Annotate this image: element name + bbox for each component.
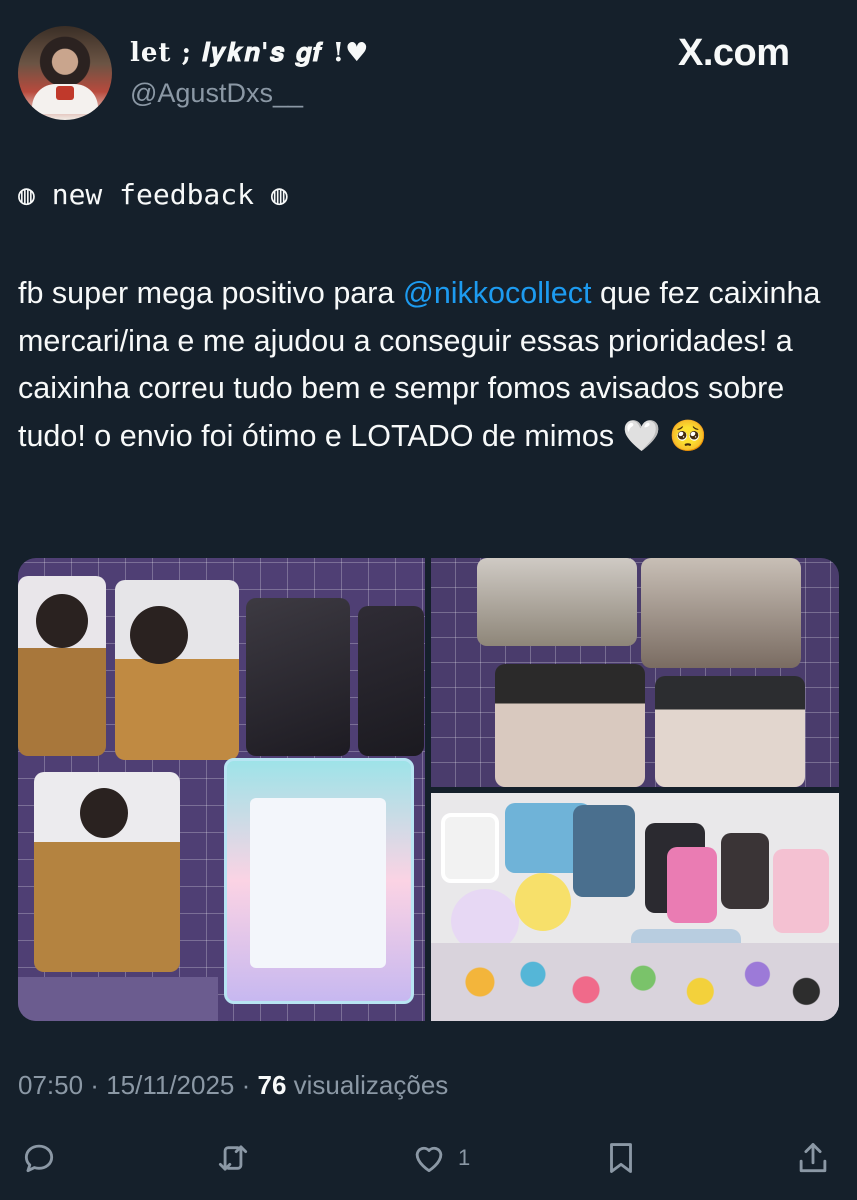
toploader-window (250, 798, 386, 968)
repost-icon (218, 1145, 248, 1171)
views-label: visualizações (293, 1070, 449, 1100)
meta-separator: · (234, 1070, 258, 1100)
x-logo: X.com (678, 32, 790, 74)
share-icon (799, 1143, 827, 1173)
photocard (495, 664, 645, 787)
views-count: 76 (257, 1070, 287, 1100)
cutting-mat-ruler (18, 977, 218, 1021)
photocard (477, 558, 637, 646)
photocard (641, 558, 801, 668)
feedback-heading: ◍ new feedback ◍ (18, 178, 288, 211)
like-button[interactable]: 1 (410, 1130, 470, 1186)
mention-link[interactable]: @nikkocollect (403, 276, 592, 310)
photocard (115, 580, 239, 760)
photocard (667, 847, 717, 923)
action-bar: 1 (0, 1130, 857, 1190)
avatar-bow (56, 86, 74, 100)
sticker-pile (431, 943, 839, 1021)
post-date: 15/11/2025 (106, 1070, 235, 1100)
photocard (246, 598, 350, 756)
reply-icon (24, 1144, 54, 1173)
post-timestamp[interactable]: 07:50 · 15/11/2025 · 76 visualizações (18, 1070, 448, 1101)
author-display-name[interactable]: let ; 𝒍𝒚𝒌𝒏'𝒔 𝒈𝒇 !♥ (130, 38, 369, 69)
post-header: let ; 𝒍𝒚𝒌𝒏'𝒔 𝒈𝒇 !♥ @AgustDxs__ X.com (0, 0, 857, 150)
photocard (655, 676, 805, 787)
repost-button[interactable] (214, 1130, 252, 1186)
post-text: fb super mega positivo para @nikkocollec… (18, 270, 828, 460)
photocard (721, 833, 769, 909)
post-text-start: fb super mega positivo para (18, 276, 403, 310)
share-button[interactable] (794, 1130, 832, 1186)
meta-separator: · (83, 1070, 107, 1100)
stickers-freebies-photo[interactable] (431, 793, 839, 1021)
sticker (515, 873, 571, 931)
photocard (573, 805, 635, 897)
bookmark-icon (610, 1143, 632, 1173)
like-count: 1 (458, 1145, 471, 1170)
photocard-hair (36, 594, 88, 648)
reply-button[interactable] (20, 1130, 58, 1186)
media-grid (18, 558, 839, 1021)
author-handle[interactable]: @AgustDxs__ (130, 78, 303, 109)
bookmark-button[interactable] (602, 1130, 640, 1186)
photocard-hair (130, 606, 188, 664)
photocard (358, 606, 424, 756)
like-icon (415, 1146, 443, 1173)
photocards-closeup-photo[interactable] (431, 558, 839, 787)
polaroid (441, 813, 499, 883)
photocards-photo[interactable] (18, 558, 425, 1021)
photocard-hair (80, 788, 128, 838)
post-time: 07:50 (18, 1070, 84, 1100)
profile-avatar[interactable] (18, 26, 112, 120)
photocard (773, 849, 829, 933)
